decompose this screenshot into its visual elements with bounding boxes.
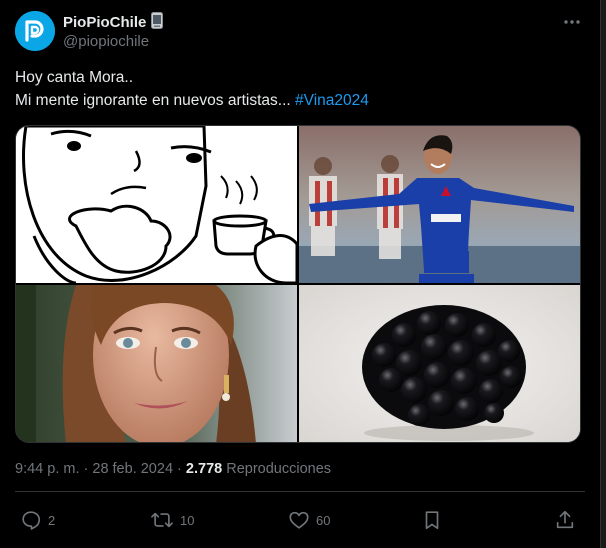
- tweet-meta: 9:44 p. m. · 28 feb. 2024 · 2.778 Reprod…: [15, 461, 331, 477]
- views-count[interactable]: 2.778: [186, 461, 222, 477]
- media-image-woman-portrait[interactable]: [16, 285, 297, 442]
- retweet-count: 10: [180, 512, 195, 528]
- tweet-line-1: Hoy canta Mora..: [15, 69, 134, 86]
- reply-icon: [22, 511, 41, 530]
- media-image-thinking-meme[interactable]: [16, 126, 297, 283]
- divider: [15, 491, 585, 492]
- share-icon: [556, 510, 574, 529]
- media-image-blackberry[interactable]: [299, 285, 580, 442]
- tweet-line-2-text: Mi mente ignorante en nuevos artistas...: [15, 92, 296, 109]
- tweet-date[interactable]: 28 feb. 2024: [92, 461, 173, 477]
- media-image-football-player[interactable]: [299, 126, 580, 283]
- tweet-text: Hoy canta Mora.. Mi mente ignorante en n…: [15, 66, 585, 112]
- heart-icon: [289, 511, 309, 529]
- views-label: Reproducciones: [222, 461, 332, 477]
- media-grid: [15, 125, 581, 443]
- avatar[interactable]: [15, 11, 55, 51]
- reply-button[interactable]: 2: [20, 508, 55, 532]
- meta-separator: ·: [173, 461, 186, 477]
- author-handle[interactable]: @piopiochile: [63, 33, 149, 50]
- tweet-card[interactable]: PioPioChile @piopiochile Hoy canta Mora.…: [0, 0, 601, 548]
- tweet-line-2: Mi mente ignorante en nuevos artistas...…: [15, 89, 585, 112]
- author-name-text[interactable]: PioPioChile: [63, 14, 146, 31]
- bookmark-icon: [425, 511, 439, 530]
- retweet-icon: [151, 512, 173, 528]
- hashtag-link[interactable]: #Vina2024: [295, 92, 369, 109]
- like-button[interactable]: 60: [288, 508, 330, 532]
- retweet-button[interactable]: 10: [150, 508, 194, 532]
- more-options-icon[interactable]: [561, 12, 583, 32]
- author-display-name[interactable]: PioPioChile: [63, 12, 164, 33]
- share-button[interactable]: [554, 508, 576, 532]
- tweet-time[interactable]: 9:44 p. m.: [15, 461, 79, 477]
- like-count: 60: [316, 512, 331, 528]
- mobile-phone-badge-icon: [151, 12, 164, 33]
- reply-count: 2: [48, 512, 56, 528]
- scrollbar[interactable]: [601, 0, 606, 548]
- meta-separator: ·: [79, 461, 93, 477]
- bookmark-button[interactable]: [421, 508, 443, 532]
- piopio-logo-icon: [15, 11, 55, 51]
